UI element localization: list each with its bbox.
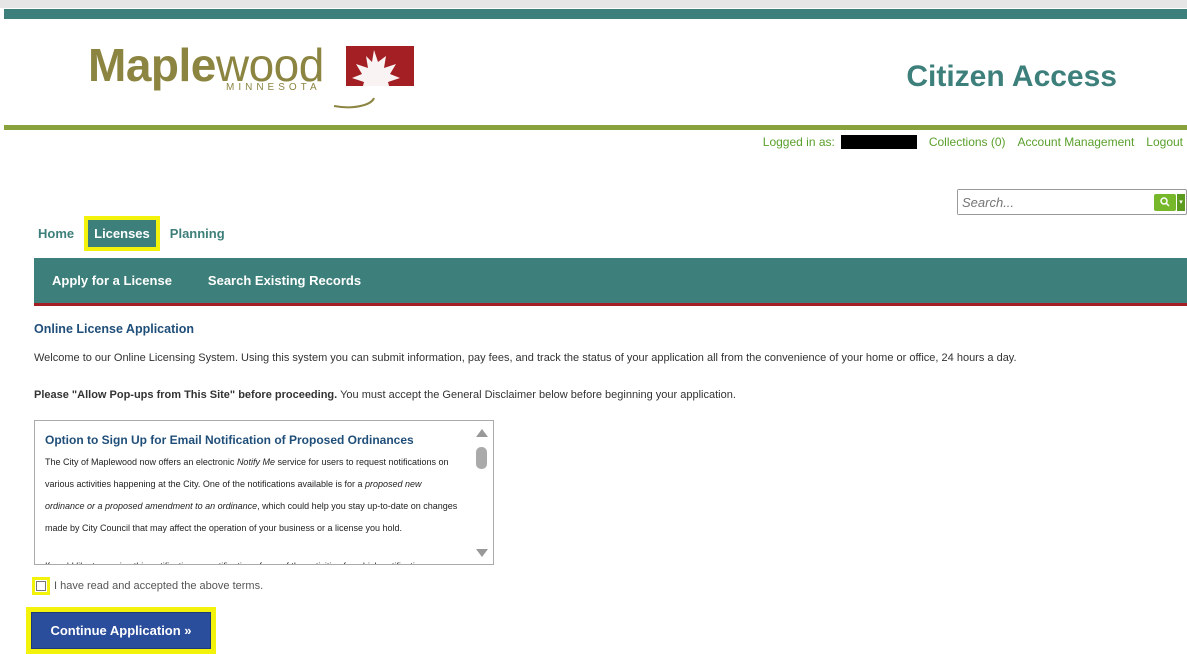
popups-notice-rest: You must accept the General Disclaimer b… — [337, 389, 736, 401]
redacted-username — [840, 135, 917, 149]
search-options-dropdown[interactable]: ▾ — [1177, 194, 1185, 211]
tab-home[interactable]: Home — [34, 218, 78, 249]
welcome-text: Welcome to our Online Licensing System. … — [34, 352, 1017, 364]
disclaimer-body-cut: If you'd like to receive this notificati… — [45, 555, 463, 564]
continue-application-button[interactable]: Continue Application » — [31, 612, 211, 649]
account-management-link[interactable]: Account Management — [1018, 135, 1135, 149]
accept-terms-checkbox[interactable] — [32, 577, 50, 595]
logo-subtitle: MINNESOTA — [226, 82, 321, 93]
search-icon — [1160, 197, 1170, 207]
disclaimer-heading: Option to Sign Up for Email Notification… — [45, 433, 414, 447]
disclaimer-scrollbar[interactable] — [475, 427, 489, 559]
apply-for-license-link[interactable]: Apply for a License — [34, 273, 190, 288]
scroll-down-arrow-icon[interactable] — [476, 549, 488, 557]
main-content: Online License Application Welcome to ou… — [34, 320, 1187, 401]
search-input[interactable] — [958, 190, 1138, 214]
user-bar: Logged in as: Collections (0) Account Ma… — [763, 135, 1183, 149]
tab-planning[interactable]: Planning — [166, 218, 229, 249]
search-existing-records-link[interactable]: Search Existing Records — [190, 273, 379, 288]
maple-leaf-icon — [333, 50, 400, 109]
licenses-subnav: Apply for a License Search Existing Reco… — [34, 258, 1187, 306]
site-title: Citizen Access — [906, 60, 1117, 93]
search-button[interactable] — [1154, 194, 1176, 211]
popups-notice-bold: Please "Allow Pop-ups from This Site" be… — [34, 389, 338, 401]
disclaimer-body: The City of Maplewood now offers an elec… — [45, 457, 458, 533]
scroll-up-arrow-icon[interactable] — [476, 429, 488, 437]
logout-link[interactable]: Logout — [1146, 135, 1183, 149]
logged-in-label: Logged in as: — [762, 135, 835, 149]
logged-in-status: Logged in as: — [763, 135, 917, 149]
accept-terms-row: I have read and accepted the above terms… — [32, 577, 263, 595]
accept-terms-label: I have read and accepted the above terms… — [54, 580, 264, 592]
window-top-frame — [0, 0, 1187, 8]
header-top-bar — [4, 9, 1187, 19]
general-disclaimer-box[interactable]: Option to Sign Up for Email Notification… — [34, 420, 494, 565]
header-divider — [4, 125, 1187, 130]
main-nav: Home Licenses Planning — [34, 216, 229, 251]
collections-link[interactable]: Collections (0) — [929, 135, 1006, 149]
page-title: Online License Application — [34, 322, 194, 336]
continue-highlight: Continue Application » — [26, 607, 216, 654]
popups-notice: Please "Allow Pop-ups from This Site" be… — [34, 389, 1187, 401]
search-box: ▾ — [957, 189, 1187, 215]
tab-licenses[interactable]: Licenses — [84, 216, 160, 251]
scroll-thumb[interactable] — [476, 447, 487, 469]
